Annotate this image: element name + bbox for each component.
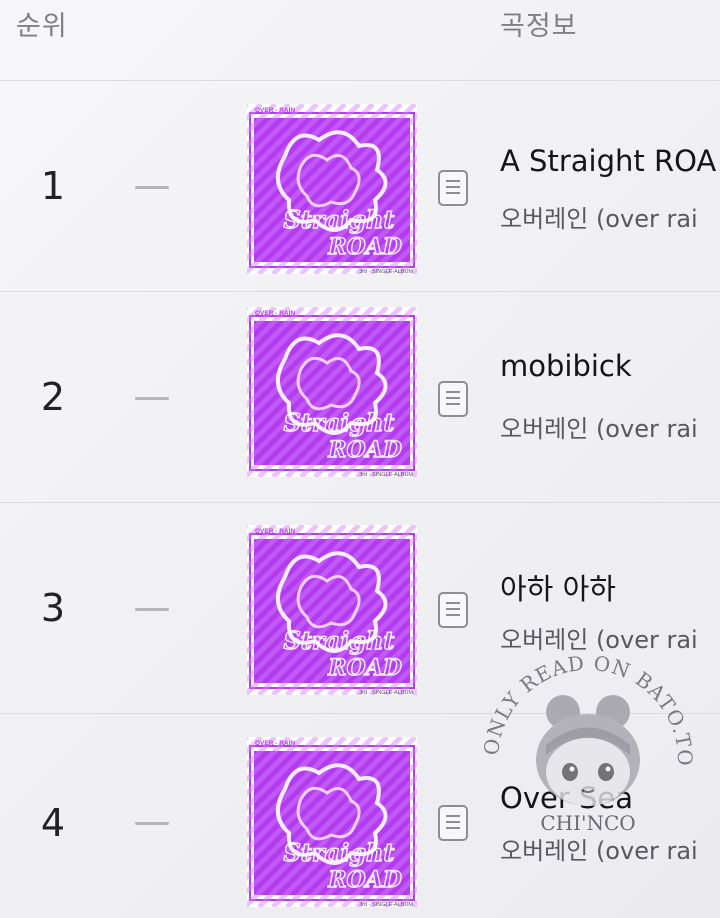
svg-text:Straight: Straight xyxy=(283,205,394,234)
svg-text:3rd · SINGLE-ALBUM: 3rd · SINGLE-ALBUM xyxy=(359,690,413,695)
song-info-column-header: 곡정보 xyxy=(500,11,578,42)
rank-number: 3 xyxy=(40,586,66,630)
artist-name[interactable]: 오버레인 (over rai xyxy=(500,199,698,234)
row-divider xyxy=(0,502,720,503)
song-info-button[interactable] xyxy=(438,592,468,628)
rank-number: 1 xyxy=(40,164,66,208)
svg-text:ROAD: ROAD xyxy=(327,234,402,260)
svg-text:ROAD: ROAD xyxy=(327,867,402,893)
row-divider xyxy=(0,291,720,292)
song-title[interactable]: mobibick xyxy=(500,349,632,383)
svg-text:OVER - RAIN: OVER - RAIN xyxy=(255,528,295,535)
rank-no-change-icon xyxy=(135,608,169,611)
chart-row[interactable]: 1 OVER - RAIN Straight ROAD 3rd · SINGLE… xyxy=(0,80,720,291)
artist-name[interactable]: 오버레인 (over rai xyxy=(500,409,698,444)
svg-text:Straight: Straight xyxy=(283,626,394,655)
album-cover[interactable]: OVER - RAIN Straight ROAD 3rd · SINGLE-A… xyxy=(247,104,417,274)
album-cover[interactable]: OVER - RAIN Straight ROAD 3rd · SINGLE-A… xyxy=(247,737,417,907)
rank-number: 4 xyxy=(40,801,66,845)
svg-text:3rd · SINGLE-ALBUM: 3rd · SINGLE-ALBUM xyxy=(359,472,413,477)
svg-text:ROAD: ROAD xyxy=(327,655,402,681)
chart-header: 순위 곡정보 xyxy=(0,0,720,72)
svg-text:OVER - RAIN: OVER - RAIN xyxy=(255,310,295,317)
song-title[interactable]: A Straight ROA xyxy=(500,144,716,178)
svg-text:OVER - RAIN: OVER - RAIN xyxy=(255,107,295,114)
chibi-character-icon xyxy=(536,695,640,806)
svg-text:3rd · SINGLE-ALBUM: 3rd · SINGLE-ALBUM xyxy=(359,269,413,274)
row-divider xyxy=(0,80,720,81)
song-info-button[interactable] xyxy=(438,381,468,417)
rank-no-change-icon xyxy=(135,822,169,825)
chart-row[interactable]: 2 OVER - RAIN Straight ROAD 3rd · SINGLE… xyxy=(0,291,720,502)
song-info-button[interactable] xyxy=(438,805,468,841)
rank-number: 2 xyxy=(40,375,66,419)
rank-column-header: 순위 xyxy=(16,11,68,42)
rank-no-change-icon xyxy=(135,186,169,189)
rank-no-change-icon xyxy=(135,397,169,400)
album-cover[interactable]: OVER - RAIN Straight ROAD 3rd · SINGLE-A… xyxy=(247,525,417,695)
svg-text:3rd · SINGLE-ALBUM: 3rd · SINGLE-ALBUM xyxy=(359,902,413,907)
svg-text:Straight: Straight xyxy=(283,838,394,867)
watermark-name: CHI'NCO xyxy=(540,811,635,835)
song-title[interactable]: 아하 아하 xyxy=(500,566,616,608)
svg-text:Straight: Straight xyxy=(283,408,394,437)
svg-text:OVER - RAIN: OVER - RAIN xyxy=(255,740,295,747)
chart-page: 순위 곡정보 1 OVER - RAIN Straight ROAD 3rd ·… xyxy=(0,0,720,918)
svg-text:ROAD: ROAD xyxy=(327,437,402,463)
song-info-button[interactable] xyxy=(438,170,468,206)
watermark: ONLY READ ON BATO.TO CHI'NCO xyxy=(478,650,698,870)
album-cover[interactable]: OVER - RAIN Straight ROAD 3rd · SINGLE-A… xyxy=(247,307,417,477)
